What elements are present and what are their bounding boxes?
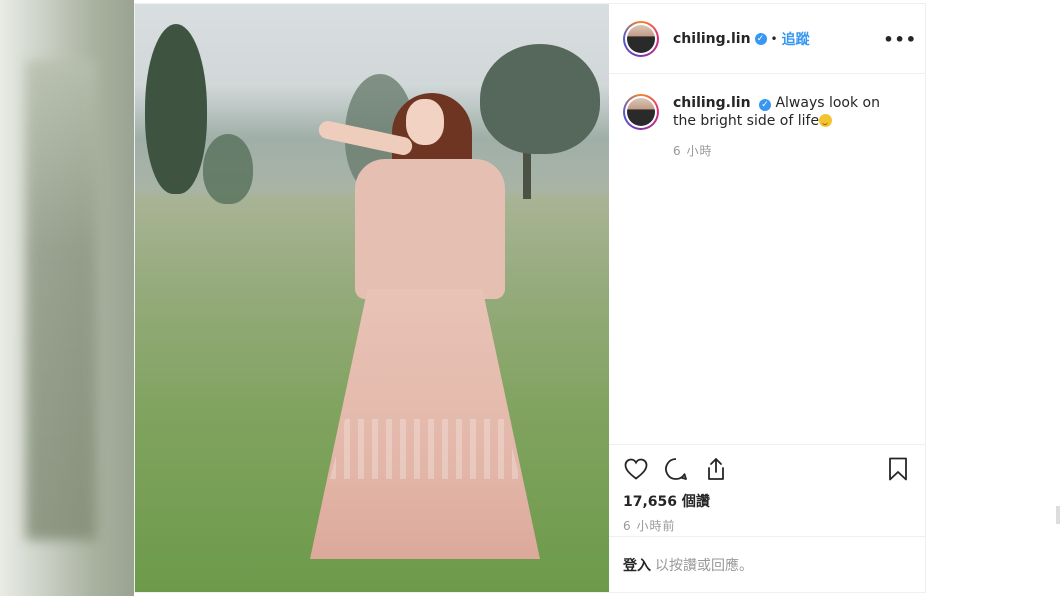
avatar[interactable] [623,20,659,57]
photo-face [406,99,444,145]
verified-badge-icon: ✓ [759,99,771,111]
comments-area: chiling.lin ✓ Always look on the bright … [609,74,925,444]
caption-avatar-image [627,98,655,126]
post-timestamp[interactable]: 6 小時前 [623,517,911,534]
verified-badge-icon: ✓ [754,32,767,45]
post-header: chiling.lin ✓ • 追蹤 ••• [609,4,925,74]
comment-bubble-icon [665,458,687,480]
photo-woman-in-pink-dress [300,89,540,559]
caption-row: chiling.lin ✓ Always look on the bright … [623,94,911,130]
avatar-image [627,24,655,53]
instagram-post: chiling.lin ✓ • 追蹤 ••• chiling.lin ✓ Alw… [134,3,926,593]
smiling-face-emoji-icon [819,114,833,127]
caption-timestamp: 6 小時 [673,144,713,158]
like-button[interactable] [623,456,649,482]
login-prompt-text: 以按讚或回應。 [655,557,753,574]
blurred-background-right [926,0,1060,596]
share-upload-icon [708,458,724,480]
more-options-icon[interactable]: ••• [883,30,917,49]
action-bar [623,453,911,485]
caption-username-link[interactable]: chiling.lin [673,95,751,111]
post-photo[interactable] [135,4,609,592]
heart-icon [624,458,648,480]
follow-button[interactable]: 追蹤 [782,29,810,49]
caption: chiling.lin ✓ Always look on the bright … [673,94,893,130]
bookmark-icon [889,457,907,481]
actions-area: 17,656 個讚 6 小時前 [609,444,925,536]
post-side-panel: chiling.lin ✓ • 追蹤 ••• chiling.lin ✓ Alw… [609,4,925,592]
login-link[interactable]: 登入 [623,555,651,575]
photo-dress-bodice [355,159,505,299]
share-button[interactable] [703,456,729,482]
login-prompt: 登入 以按讚或回應。 [609,536,925,592]
username-link[interactable]: chiling.lin [673,31,751,47]
photo-tree [145,24,207,194]
blurred-background-left [0,0,134,596]
separator-dot: • [770,31,778,46]
caption-avatar[interactable] [623,94,659,130]
comment-button[interactable] [663,456,689,482]
like-count[interactable]: 17,656 個讚 [623,491,911,511]
photo-dress-lace [330,419,520,479]
save-button[interactable] [885,456,911,482]
photo-tree [203,134,253,204]
